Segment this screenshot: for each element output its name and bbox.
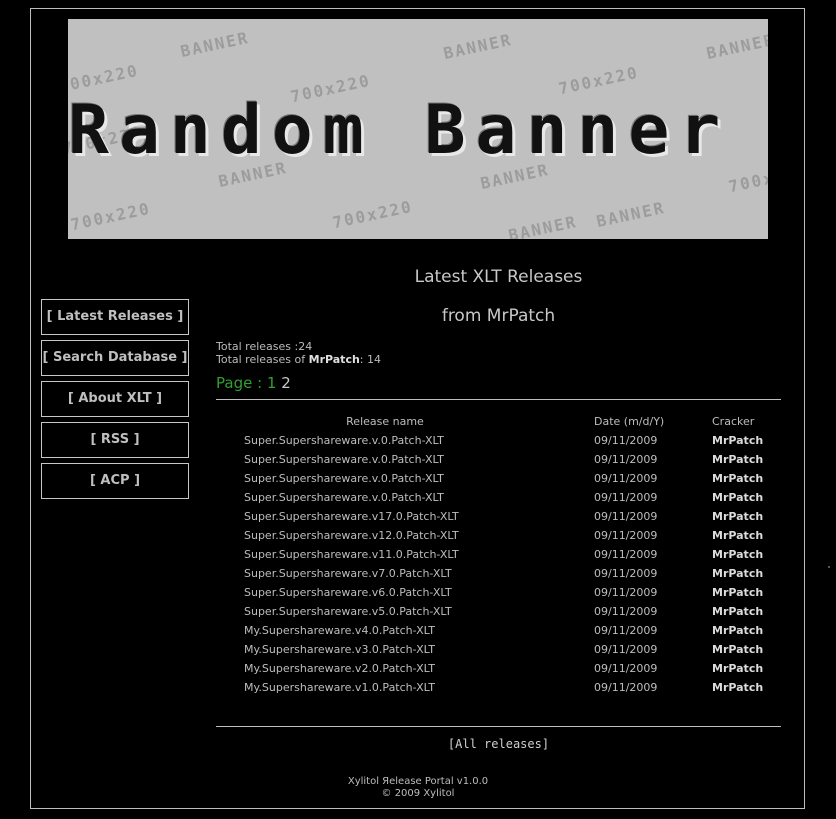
column-header-release-name: Release name [346,415,424,428]
page-title: Latest XLT Releases [414,267,583,287]
release-date-cell: 09/11/2009 [594,434,658,447]
column-header-cracker: Cracker [712,415,755,428]
table-row: Super.Supershareware.v12.0.Patch-XLT 09/1… [216,526,781,545]
release-name-cell[interactable]: My.Supershareware.v1.0.Patch-XLT [216,678,594,697]
release-cracker-cell: MrPatch [712,624,764,637]
table-row: Super.Supershareware.v5.0.Patch-XLT 09/11… [216,602,781,621]
table-row: My.Supershareware.v4.0.Patch-XLT 09/11/20… [216,621,781,640]
table-header-row: Release name Date (m/d/Y) Cracker [216,412,781,431]
table-row: Super.Supershareware.v.0.Patch-XLT 09/11/… [216,450,781,469]
release-cracker-cell: MrPatch [712,453,764,466]
release-date-cell: 09/11/2009 [594,453,658,466]
release-name-cell[interactable]: Super.Supershareware.v5.0.Patch-XLT [216,602,594,621]
total-releases-label: Total releases : [216,340,299,353]
release-date-cell: 09/11/2009 [594,491,658,504]
nav-latest-releases-button[interactable]: [ Latest Releases ] [41,299,189,335]
banner-watermark: BANNER [704,29,768,64]
release-name-cell[interactable]: Super.Supershareware.v17.0.Patch-XLT [216,507,594,526]
release-date-cell: 09/11/2009 [594,548,658,561]
release-cracker-cell: MrPatch [712,529,764,542]
release-date-cell: 09/11/2009 [594,605,658,618]
release-cracker-cell: MrPatch [712,605,764,618]
release-totals: Total releases :24 Total releases of MrP… [216,340,781,366]
table-row: Super.Supershareware.v11.0.Patch-XLT 09/1… [216,545,781,564]
nav-rss-button[interactable]: [ RSS ] [41,422,189,458]
release-cracker-cell: MrPatch [712,662,764,675]
release-cracker-cell: MrPatch [712,681,764,694]
release-name-cell[interactable]: Super.Supershareware.v.0.Patch-XLT [216,488,594,507]
divider-bottom [216,726,781,727]
release-name-cell[interactable]: My.Supershareware.v2.0.Patch-XLT [216,659,594,678]
banner-image: BANNER 700x220 BANNER 700x220 BANNER 700… [68,19,768,239]
release-date-cell: 09/11/2009 [594,472,658,485]
pager-current-page: 1 [266,374,277,392]
release-name-cell[interactable]: Super.Supershareware.v6.0.Patch-XLT [216,583,594,602]
column-header-date: Date (m/d/Y) [594,415,665,428]
sidebar-nav: [ Latest Releases ] [ Search Database ] … [41,299,189,504]
page-subtitle: from MrPatch [441,306,556,326]
release-cracker-cell: MrPatch [712,586,764,599]
release-date-cell: 09/11/2009 [594,662,658,675]
banner-watermark: 700x220 [68,198,153,235]
table-row: Super.Supershareware.v.0.Patch-XLT 09/11/… [216,488,781,507]
releases-table: Release name Date (m/d/Y) Cracker Super.… [216,412,781,697]
table-row: Super.Supershareware.v6.0.Patch-XLT 09/11… [216,583,781,602]
divider [216,399,781,400]
footer-copyright: © 2009 Xylitol [381,788,455,799]
total-by-user-name: MrPatch [308,353,360,366]
release-cracker-cell: MrPatch [712,434,764,447]
release-date-cell: 09/11/2009 [594,510,658,523]
pagination: Page : 1 2 [216,374,781,394]
banner-title: Random Banner 1 [68,91,768,170]
release-date-cell: 09/11/2009 [594,624,658,637]
release-date-cell: 09/11/2009 [594,529,658,542]
release-name-cell[interactable]: Super.Supershareware.v11.0.Patch-XLT [216,545,594,564]
nav-about-xlt-button[interactable]: [ About XLT ] [41,381,189,417]
release-name-cell[interactable]: Super.Supershareware.v.0.Patch-XLT [216,469,594,488]
release-cracker-cell: MrPatch [712,643,764,656]
banner-watermark: BANNER [594,197,668,232]
release-name-cell[interactable]: Super.Supershareware.v.0.Patch-XLT [216,450,594,469]
release-name-cell[interactable]: Super.Supershareware.v.0.Patch-XLT [216,431,594,450]
table-row: Super.Supershareware.v7.0.Patch-XLT 09/11… [216,564,781,583]
table-row: Super.Supershareware.v.0.Patch-XLT 09/11/… [216,431,781,450]
footer: Xylitol Яelease Portal v1.0.0 © 2009 Xyl… [216,776,620,800]
table-row: Super.Supershareware.v.0.Patch-XLT 09/11/… [216,469,781,488]
total-by-user-count: : 14 [359,353,381,366]
release-name-cell[interactable]: Super.Supershareware.v7.0.Patch-XLT [216,564,594,583]
total-releases-value: 24 [298,340,313,353]
main-content: Latest XLT Releases from MrPatch Total r… [216,264,781,697]
release-date-cell: 09/11/2009 [594,643,658,656]
release-cracker-cell: MrPatch [712,472,764,485]
nav-acp-button[interactable]: [ ACP ] [41,463,189,499]
release-date-cell: 09/11/2009 [594,567,658,580]
release-cracker-cell: MrPatch [712,510,764,523]
release-cracker-cell: MrPatch [712,491,764,504]
release-date-cell: 09/11/2009 [594,586,658,599]
release-name-cell[interactable]: Super.Supershareware.v12.0.Patch-XLT [216,526,594,545]
banner-watermark: BANNER [441,29,515,64]
footer-version: Xylitol Яelease Portal v1.0.0 [347,776,489,787]
pager-page-2-link[interactable]: 2 [281,374,291,392]
release-name-cell[interactable]: My.Supershareware.v3.0.Patch-XLT [216,640,594,659]
release-cracker-cell: MrPatch [712,548,764,561]
table-row: My.Supershareware.v2.0.Patch-XLT 09/11/20… [216,659,781,678]
release-name-cell[interactable]: My.Supershareware.v4.0.Patch-XLT [216,621,594,640]
table-row: My.Supershareware.v1.0.Patch-XLT 09/11/20… [216,678,781,697]
stray-pixel [828,566,830,568]
all-releases-link[interactable]: [All releases] [216,737,781,751]
release-date-cell: 09/11/2009 [594,681,658,694]
banner-watermark: 700x220 [330,196,415,233]
table-row: My.Supershareware.v3.0.Patch-XLT 09/11/20… [216,640,781,659]
pager-label: Page : [216,374,267,392]
banner-watermark: BANNER [178,27,252,62]
total-by-user-label: Total releases of [216,353,309,366]
banner-watermark: BANNER [506,211,580,239]
nav-search-database-button[interactable]: [ Search Database ] [41,340,189,376]
table-row: Super.Supershareware.v17.0.Patch-XLT 09/1… [216,507,781,526]
release-cracker-cell: MrPatch [712,567,764,580]
